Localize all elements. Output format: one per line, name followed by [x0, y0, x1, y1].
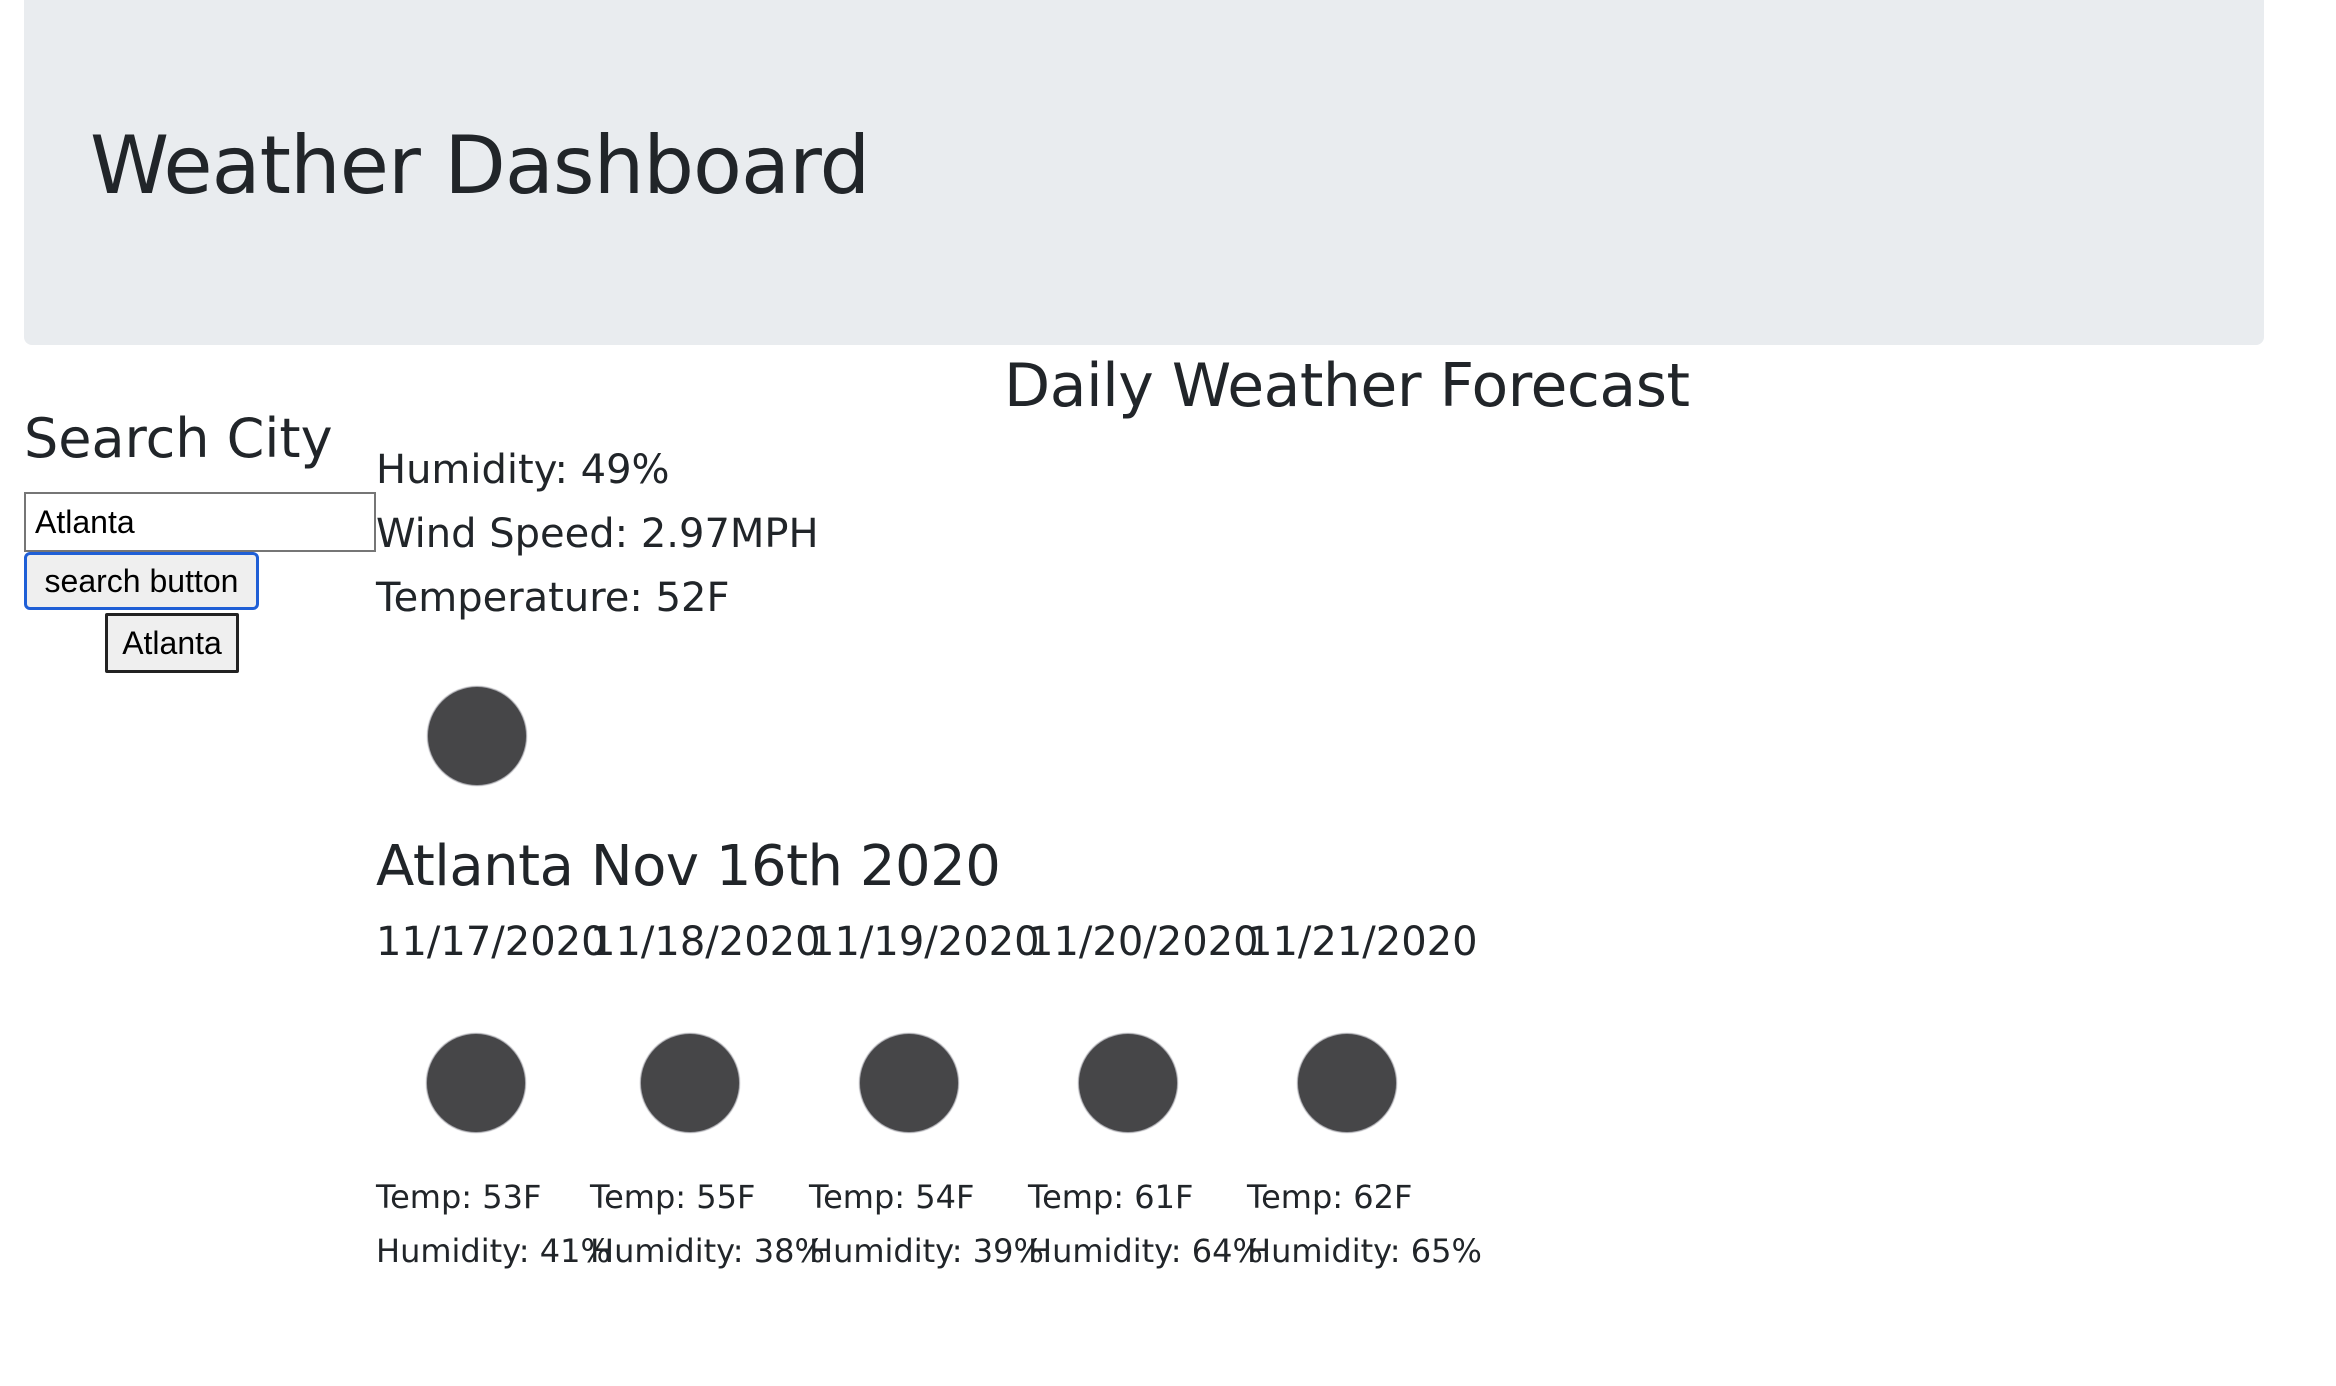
forecast-heading: Daily Weather Forecast	[1004, 351, 1690, 421]
forecast-temp: Temp: 54F	[809, 1178, 975, 1216]
forecast-date: 11/21/2020	[1247, 919, 1478, 965]
weather-icon	[427, 1034, 525, 1132]
current-wind-speed: Wind Speed: 2.97MPH	[376, 511, 819, 557]
weather-icon	[641, 1034, 739, 1132]
forecast-humidity: Humidity: 39%	[809, 1232, 1044, 1270]
weather-icon	[1079, 1034, 1177, 1132]
forecast-date: 11/18/2020	[590, 919, 821, 965]
forecast-date: 11/17/2020	[376, 919, 607, 965]
current-temperature: Temperature: 52F	[376, 575, 730, 621]
forecast-temp: Temp: 55F	[590, 1178, 756, 1216]
forecast-date: 11/19/2020	[809, 919, 1040, 965]
forecast-humidity: Humidity: 38%	[590, 1232, 825, 1270]
page-title: Weather Dashboard	[90, 119, 870, 212]
search-button[interactable]: search button	[24, 552, 259, 610]
forecast-date: 11/20/2020	[1028, 919, 1259, 965]
current-weather: Humidity: 49% Wind Speed: 2.97MPH Temper…	[376, 438, 819, 630]
forecast-humidity: Humidity: 41%	[376, 1232, 611, 1270]
forecast-temp: Temp: 53F	[376, 1178, 542, 1216]
search-heading: Search City	[24, 407, 333, 470]
city-search-input[interactable]	[24, 492, 376, 552]
city-date-heading: Atlanta Nov 16th 2020	[376, 834, 1001, 899]
forecast-humidity: Humidity: 64%	[1028, 1232, 1263, 1270]
current-humidity: Humidity: 49%	[376, 447, 670, 493]
forecast-temp: Temp: 62F	[1247, 1178, 1413, 1216]
weather-icon	[860, 1034, 958, 1132]
history-city-button[interactable]: Atlanta	[105, 613, 239, 673]
header-banner: Weather Dashboard	[24, 0, 2264, 345]
forecast-temp: Temp: 61F	[1028, 1178, 1194, 1216]
weather-icon	[1298, 1034, 1396, 1132]
forecast-humidity: Humidity: 65%	[1247, 1232, 1482, 1270]
weather-icon	[428, 687, 526, 785]
